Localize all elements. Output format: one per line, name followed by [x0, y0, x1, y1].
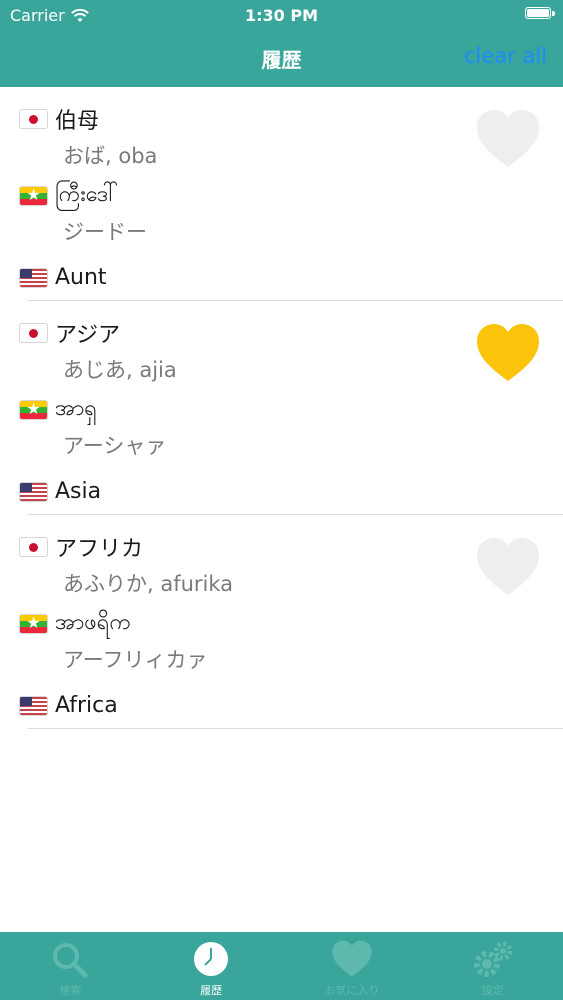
myanmar-reading: アーフリィカァ [63, 648, 208, 672]
tab-history[interactable]: 履歴 [141, 932, 282, 1000]
english-row: Aunt [20, 265, 107, 290]
status-bar: Carrier 1:30 PM [0, 0, 563, 30]
english-row: Africa [20, 693, 118, 718]
tab-search[interactable]: 検索 [0, 932, 141, 1000]
english-word: Asia [55, 479, 102, 504]
english-row: Asia [20, 479, 101, 504]
favorite-heart-icon[interactable] [475, 537, 541, 597]
tab-settings[interactable]: 設定 [422, 932, 563, 1000]
myanmar-flag-icon [20, 186, 47, 205]
myanmar-reading: アーシャァ [63, 434, 167, 458]
gear-icon [473, 941, 513, 977]
english-word: Aunt [55, 265, 107, 290]
japanese-row: アジア [20, 317, 120, 349]
heart-icon [332, 940, 372, 977]
japanese-row: アフリカ [20, 531, 143, 563]
history-entry[interactable]: 伯母 おば, oba ကြီးဒေါ် ジードー Aunt [20, 87, 563, 301]
myanmar-word: အာဖရိက [55, 610, 131, 635]
tab-label: お気に入り [324, 984, 380, 997]
myanmar-flag-icon [20, 400, 47, 419]
clear-all-button[interactable]: clear all [464, 44, 547, 68]
japanese-word: アジア [55, 323, 121, 348]
tab-bar: 検索 履歴 お気に入り 設定 [0, 932, 563, 1000]
japan-flag-icon [20, 538, 47, 556]
japanese-reading: あじあ, ajia [63, 358, 177, 382]
battery-icon [525, 7, 555, 19]
tab-favorites[interactable]: お気に入り [282, 932, 423, 1000]
japanese-reading: あふりか, afurika [63, 572, 234, 596]
japan-flag-icon [20, 324, 47, 342]
navigation-bar: Carrier 1:30 PM 履歴 clear all [0, 0, 563, 87]
japan-flag-icon [20, 110, 47, 128]
favorite-heart-icon[interactable] [475, 109, 541, 169]
us-flag-icon [20, 696, 47, 715]
us-flag-icon [20, 482, 47, 501]
history-entry[interactable]: アフリカ あふりか, afurika အာဖရိက アーフリィカァ Africa [20, 515, 563, 729]
myanmar-row: အာရှ [20, 393, 97, 426]
tab-label: 履歴 [200, 984, 223, 997]
myanmar-flag-icon [20, 614, 47, 633]
favorite-heart-icon[interactable] [475, 323, 541, 383]
status-time: 1:30 PM [244, 6, 318, 25]
myanmar-reading: ジードー [63, 220, 147, 244]
search-icon [53, 943, 88, 978]
history-entry[interactable]: アジア あじあ, ajia အာရှ アーシャァ Asia [20, 301, 563, 515]
english-word: Africa [55, 693, 118, 718]
myanmar-row: အာဖရိက [20, 607, 131, 640]
myanmar-word: အာရှ [55, 396, 97, 421]
japanese-row: 伯母 [20, 103, 99, 135]
clock-icon [194, 942, 229, 976]
japanese-word: アフリカ [55, 537, 144, 562]
japanese-reading: おば, oba [63, 144, 158, 168]
tab-label: 検索 [59, 984, 82, 997]
myanmar-row: ကြီးဒေါ် [20, 179, 118, 212]
history-list: 伯母 おば, oba ကြီးဒေါ် ジードー Aunt [0, 87, 563, 729]
japanese-word: 伯母 [55, 109, 100, 134]
tab-label: 設定 [481, 984, 504, 997]
us-flag-icon [20, 268, 47, 287]
myanmar-word: ကြီးဒေါ် [55, 182, 119, 207]
history-screen: Carrier 1:30 PM 履歴 clear all 伯母 おば, oba [0, 0, 563, 1000]
